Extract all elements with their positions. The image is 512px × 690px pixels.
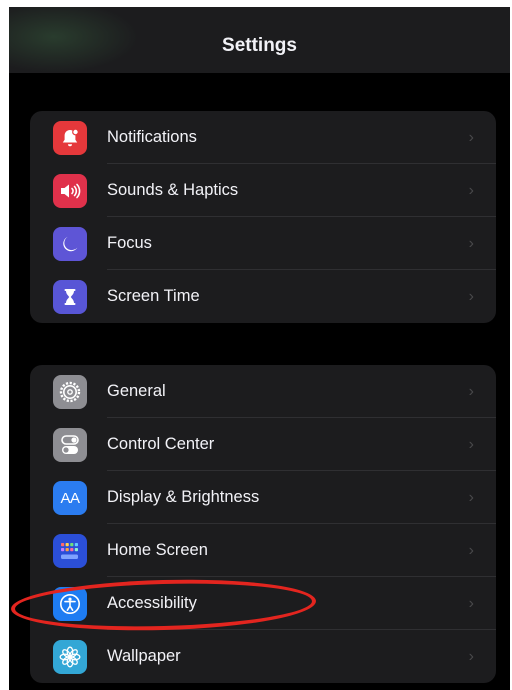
row-label-notifications: Notifications — [107, 128, 197, 146]
toggles-icon — [53, 428, 87, 462]
page-title: Settings — [222, 35, 297, 56]
settings-row-general[interactable]: General › — [30, 365, 496, 418]
speaker-icon — [53, 174, 87, 208]
app-grid-icon — [53, 534, 87, 568]
row-label-wallpaper: Wallpaper — [107, 647, 181, 665]
settings-screen: Settings Notifications › Sounds & Haptic… — [9, 7, 510, 690]
chevron-right-icon: › — [468, 383, 474, 400]
settings-row-accessibility[interactable]: Accessibility › — [30, 577, 496, 630]
row-label-sounds-haptics: Sounds & Haptics — [107, 181, 239, 199]
chevron-right-icon: › — [468, 648, 474, 665]
row-label-home-screen: Home Screen — [107, 541, 208, 559]
settings-row-focus[interactable]: Focus › — [30, 217, 496, 270]
row-label-control-center: Control Center — [107, 435, 215, 453]
settings-row-control-center[interactable]: Control Center › — [30, 418, 496, 471]
settings-row-wallpaper[interactable]: Wallpaper › — [30, 630, 496, 683]
settings-row-home-screen[interactable]: Home Screen › — [30, 524, 496, 577]
settings-row-sounds-haptics[interactable]: Sounds & Haptics › — [30, 164, 496, 217]
chevron-right-icon: › — [468, 235, 474, 252]
row-label-screen-time: Screen Time — [107, 287, 200, 305]
bell-icon — [53, 121, 87, 155]
row-label-focus: Focus — [107, 234, 152, 252]
settings-row-screen-time[interactable]: Screen Time › — [30, 270, 496, 323]
nav-header: Settings — [9, 7, 510, 73]
text-size-icon: AA — [53, 481, 87, 515]
chevron-right-icon: › — [468, 489, 474, 506]
gear-icon — [53, 375, 87, 409]
settings-row-notifications[interactable]: Notifications › — [30, 111, 496, 164]
row-label-accessibility: Accessibility — [107, 594, 197, 612]
chevron-right-icon: › — [468, 436, 474, 453]
chevron-right-icon: › — [468, 129, 474, 146]
chevron-right-icon: › — [468, 595, 474, 612]
chevron-right-icon: › — [468, 182, 474, 199]
row-label-display-brightness: Display & Brightness — [107, 488, 260, 506]
flower-icon — [53, 640, 87, 674]
settings-group-general: General › Control Center › AA Display & … — [30, 365, 496, 683]
row-label-general: General — [107, 382, 166, 400]
hourglass-icon — [53, 280, 87, 314]
settings-row-display-brightness[interactable]: AA Display & Brightness › — [30, 471, 496, 524]
chevron-right-icon: › — [468, 288, 474, 305]
chevron-right-icon: › — [468, 542, 474, 559]
accessibility-icon — [53, 587, 87, 621]
moon-icon — [53, 227, 87, 261]
settings-group-notifications: Notifications › Sounds & Haptics › Focus… — [30, 111, 496, 323]
